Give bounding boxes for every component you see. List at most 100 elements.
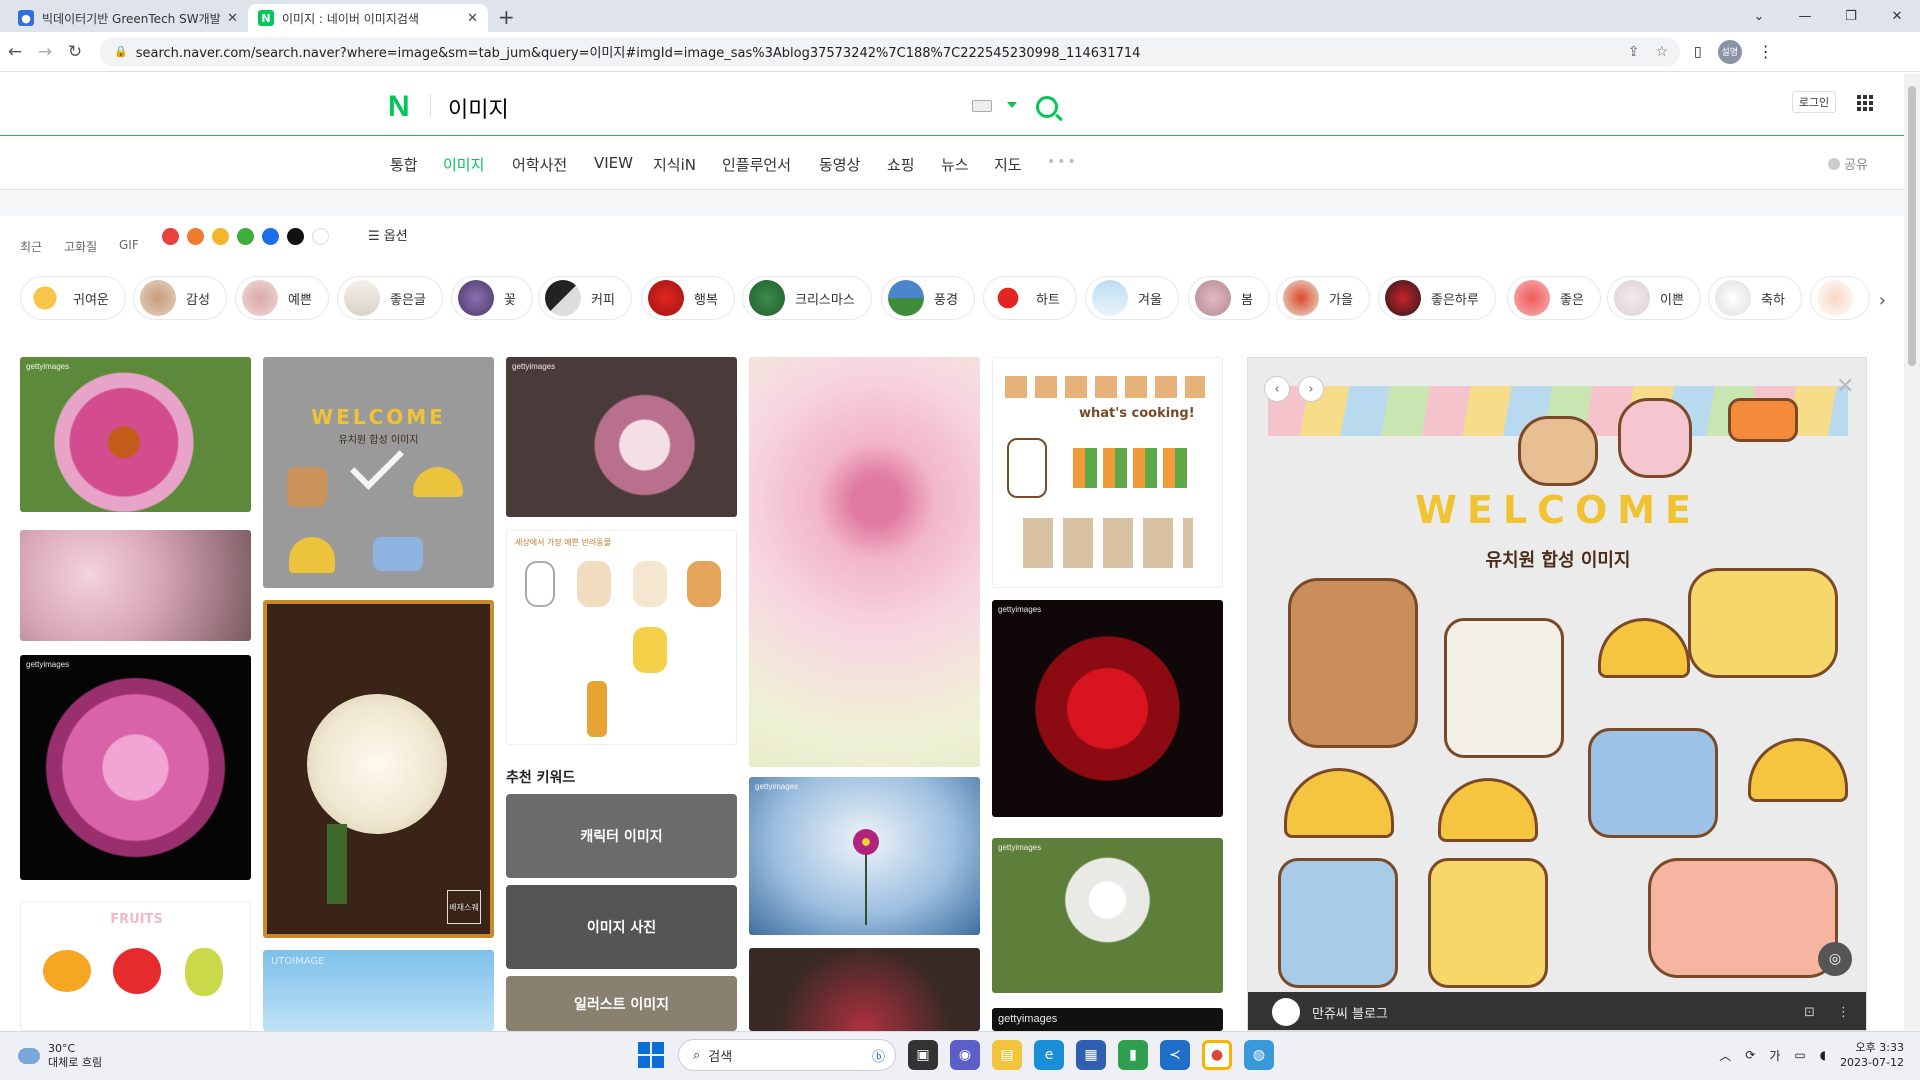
chevron-up-icon[interactable]: ︿ — [1719, 1047, 1731, 1064]
image-whats-cooking[interactable]: what's cooking! — [992, 357, 1223, 588]
globe-app-icon[interactable]: ◍ — [1244, 1040, 1274, 1070]
keyboard-icon[interactable] — [972, 100, 992, 112]
chip-mood[interactable]: 감성 — [133, 276, 227, 320]
chip-pretty[interactable]: 예쁜 — [235, 276, 329, 320]
image-magnolia[interactable]: gettyimages — [506, 357, 737, 517]
image-coneflower[interactable]: gettyimages — [20, 357, 251, 512]
avatar[interactable] — [1272, 998, 1300, 1026]
chip-cute[interactable]: 귀여운 — [20, 276, 126, 320]
image-cosmos[interactable]: gettyimages — [749, 777, 980, 935]
recommend-character-image[interactable]: 캐릭터 이미지 — [506, 794, 737, 878]
image-pink-rose[interactable]: gettyimages — [20, 655, 251, 880]
image-sky-clouds[interactable]: UTOIMAGE — [263, 950, 494, 1031]
chip-spring[interactable]: 봄 — [1188, 276, 1270, 320]
search-query-input[interactable]: 이미지 — [448, 92, 509, 124]
url-bar[interactable]: 🔒 search.naver.com/search.naver?where=im… — [100, 36, 1680, 67]
edge-icon[interactable]: e — [1034, 1040, 1064, 1070]
vscode-icon[interactable]: ≺ — [1160, 1040, 1190, 1070]
close-icon[interactable]: ✕ — [1836, 374, 1854, 399]
chevron-right-icon[interactable]: › — [1879, 290, 1886, 311]
image-cherry-blossom-bokeh[interactable] — [749, 357, 980, 767]
tab-integrated[interactable]: 통합 — [390, 154, 418, 175]
reload-icon[interactable]: ↻ — [60, 42, 90, 62]
naver-logo[interactable]: N — [388, 90, 410, 124]
forward-icon[interactable]: → — [30, 42, 60, 62]
bookmark-star-icon[interactable]: ☆ — [1655, 44, 1668, 60]
image-cute-pets-illustration[interactable]: 세상에서 가장 예쁜 반려동물 — [506, 530, 737, 745]
chip-good-day[interactable]: 좋은하루 — [1378, 276, 1496, 320]
close-icon[interactable]: ✕ — [227, 11, 238, 26]
recommend-illustration-image[interactable]: 일러스트 이미지 — [506, 976, 737, 1031]
viewer-image[interactable]: WELCOME 유치원 합성 이미지 — [1248, 358, 1866, 992]
chip-christmas[interactable]: 크리스마스 — [742, 276, 872, 320]
share-button[interactable]: 공유 — [1828, 154, 1868, 173]
chevron-left-icon[interactable]: ‹ — [1264, 376, 1290, 402]
tab-more[interactable]: ••• — [1047, 154, 1078, 170]
color-filter-blue[interactable] — [262, 228, 279, 245]
chip-good[interactable]: 좋은 — [1507, 276, 1601, 320]
network-icon[interactable]: ▭ — [1794, 1048, 1805, 1062]
image-fruits[interactable]: FRUITS — [20, 901, 251, 1031]
new-tab-icon[interactable]: + — [498, 5, 515, 29]
chip-flower[interactable]: 꽃 — [451, 276, 533, 320]
tab-view[interactable]: VIEW — [594, 154, 633, 172]
tab-shopping[interactable]: 쇼핑 — [887, 154, 915, 175]
green-app-icon[interactable]: ▮ — [1118, 1040, 1148, 1070]
lens-search-icon[interactable]: ◎ — [1818, 942, 1852, 976]
image-getty-dark[interactable]: gettyimages — [992, 1008, 1223, 1031]
color-filter-red[interactable] — [162, 228, 179, 245]
tab-influencer[interactable]: 인플루언서 — [722, 154, 791, 175]
chip-good-words[interactable]: 좋은글 — [337, 276, 443, 320]
menu-kebab-icon[interactable]: ⋮ — [1758, 42, 1774, 61]
side-panel-icon[interactable]: ▯ — [1694, 44, 1702, 60]
chip-lovely[interactable]: 이쁜 — [1607, 276, 1701, 320]
image-red-rose-dew[interactable]: gettyimages — [992, 600, 1223, 817]
chrome-icon[interactable]: ● — [1202, 1040, 1232, 1070]
chip-autumn[interactable]: 가을 — [1276, 276, 1370, 320]
lock-icon[interactable]: 🔒 — [114, 45, 128, 58]
minimize-icon[interactable]: — — [1782, 0, 1828, 32]
bing-icon[interactable]: ⓑ — [872, 1046, 885, 1065]
chip-congrats[interactable]: 축하 — [1708, 276, 1802, 320]
tab-kin[interactable]: 지식iN — [653, 154, 696, 175]
avatar[interactable]: 설명 — [1717, 39, 1742, 64]
filter-recent[interactable]: 최근 — [20, 238, 42, 255]
color-filter-yellow[interactable] — [212, 228, 229, 245]
apps-grid-icon[interactable] — [1857, 95, 1873, 111]
close-icon[interactable]: ✕ — [467, 11, 478, 26]
tab-map[interactable]: 지도 — [994, 154, 1022, 175]
chip-more[interactable] — [1810, 276, 1870, 320]
restore-icon[interactable]: ❐ — [1828, 0, 1874, 32]
volume-icon[interactable]: ◖ — [1820, 1048, 1826, 1062]
color-filter-green[interactable] — [237, 228, 254, 245]
windows-start-icon[interactable] — [636, 1040, 666, 1070]
store-icon[interactable]: ▦ — [1076, 1040, 1106, 1070]
task-view-icon[interactable]: ▣ — [908, 1040, 938, 1070]
source-name[interactable]: 만쥬씨 블로그 — [1312, 1003, 1388, 1022]
image-cherry-blossom-branch[interactable] — [20, 530, 251, 641]
scrollbar[interactable] — [1904, 74, 1920, 1031]
bookmark-icon[interactable]: ⊡ — [1804, 1005, 1815, 1020]
share-page-icon[interactable]: ⇪ — [1628, 44, 1640, 60]
teams-chat-icon[interactable]: ◉ — [950, 1040, 980, 1070]
color-filter-white[interactable] — [312, 228, 329, 245]
chip-happy[interactable]: 행복 — [641, 276, 735, 320]
tab-news[interactable]: 뉴스 — [941, 154, 969, 175]
filter-gif[interactable]: GIF — [119, 238, 139, 252]
chip-coffee[interactable]: 커피 — [538, 276, 632, 320]
options-button[interactable]: ☰ 옵션 — [368, 225, 408, 244]
clock[interactable]: 오후 3:33 2023-07-12 — [1840, 1040, 1904, 1070]
file-explorer-icon[interactable]: ▤ — [992, 1040, 1022, 1070]
color-filter-black[interactable] — [287, 228, 304, 245]
taskbar-search[interactable]: ⌕ 검색 ⓑ — [678, 1039, 896, 1071]
image-white-daisies[interactable]: gettyimages — [992, 838, 1223, 993]
close-window-icon[interactable]: ✕ — [1874, 0, 1920, 32]
chip-winter[interactable]: 겨울 — [1085, 276, 1179, 320]
chip-heart[interactable]: 하트 — [983, 276, 1077, 320]
back-icon[interactable]: ← — [0, 42, 30, 62]
scrollbar-thumb[interactable] — [1908, 86, 1916, 366]
image-dark-flower[interactable] — [749, 948, 980, 1031]
weather-widget[interactable]: 30°C 대체로 흐림 — [18, 1042, 102, 1070]
ime-indicator[interactable]: 가 — [1769, 1047, 1780, 1064]
login-button[interactable]: 로그인 — [1792, 91, 1836, 113]
